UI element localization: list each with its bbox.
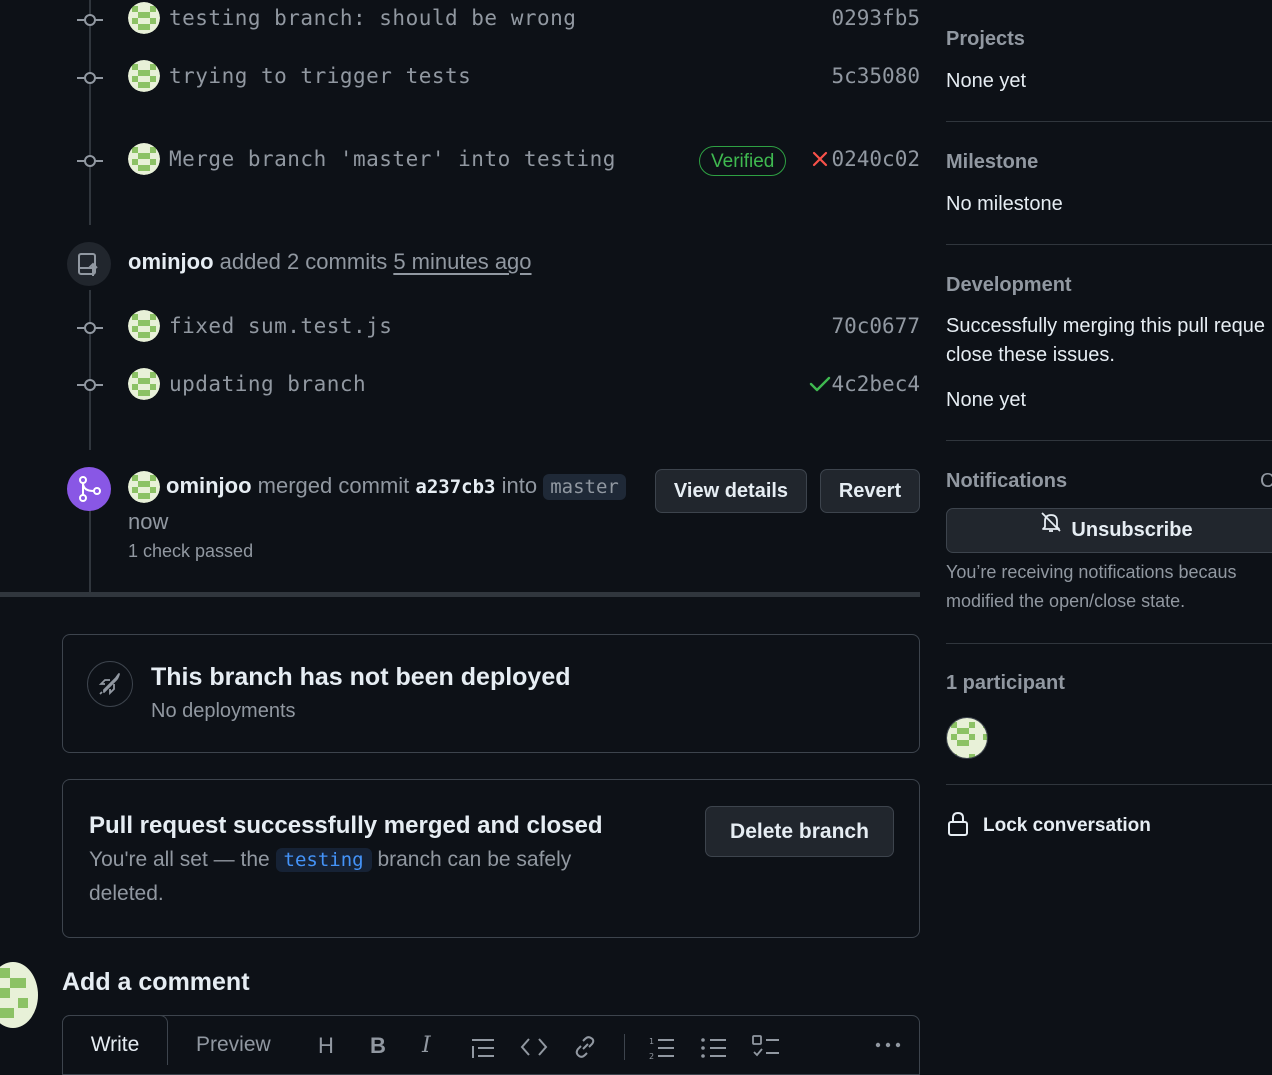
projects-value: None yet [946, 70, 1027, 92]
event-into: into [501, 473, 538, 498]
commit-sha-link[interactable]: 0240c02 [831, 147, 920, 171]
timestamp-link[interactable]: 5 minutes ago [393, 249, 531, 274]
merged-text-before: You're all set — the [89, 848, 270, 871]
check-icon[interactable] [809, 375, 831, 398]
user-link[interactable]: ominjoo [128, 249, 214, 274]
verified-badge[interactable]: Verified [699, 146, 787, 176]
add-comment-heading: Add a comment [62, 968, 250, 996]
notifications-reason: You’re receiving notifications becaus [946, 562, 1237, 582]
heading-icon[interactable]: H [318, 1033, 334, 1059]
timeline-end-divider [0, 592, 920, 597]
avatar[interactable] [128, 471, 160, 503]
user-link[interactable]: ominjoo [166, 473, 252, 498]
tab-write-label: Write [90, 1033, 140, 1056]
deploy-title: This branch has not been deployed [151, 663, 571, 691]
merged-description-line2: deleted. [89, 882, 164, 905]
commit-message-link[interactable]: testing branch: should be wrong [169, 6, 576, 30]
projects-label[interactable]: Projects [946, 28, 1025, 51]
view-details-button[interactable]: View details [655, 469, 807, 513]
commit-sha-link[interactable]: 4c2bec4 [831, 372, 920, 396]
italic-icon[interactable]: I [422, 1033, 431, 1058]
tab-write[interactable]: Write [62, 1015, 168, 1065]
development-text: Successfully merging this pull reque [946, 315, 1266, 337]
commit-icon [77, 321, 103, 335]
milestone-value: No milestone [946, 193, 1063, 215]
event-action: merged commit [257, 473, 410, 498]
commit-message-link[interactable]: fixed sum.test.js [169, 314, 392, 338]
commit-icon [77, 378, 103, 392]
merge-icon [67, 467, 111, 511]
timeline-line [89, 510, 91, 594]
avatar[interactable] [128, 60, 160, 92]
svg-text:1: 1 [649, 1037, 654, 1046]
event-action: added 2 commits [219, 249, 388, 274]
timeline-line [89, 0, 91, 225]
commit-message-link[interactable]: Merge branch 'master' into testing [169, 147, 616, 171]
event-merged: ominjoo merged commit a237cb3 into maste… [166, 473, 626, 500]
branch-name[interactable]: testing [275, 848, 372, 872]
merged-text-after: branch can be safely [377, 848, 572, 871]
toolbar-divider [624, 1034, 625, 1060]
merged-title: Pull request successfully merged and clo… [89, 812, 603, 839]
customize-link[interactable]: C [1260, 470, 1272, 493]
sidebar-divider [946, 643, 1272, 644]
commit-sha-link[interactable]: 0293fb5 [831, 6, 920, 30]
unsubscribe-label: Unsubscribe [1071, 519, 1193, 541]
quote-icon[interactable] [470, 1036, 496, 1065]
avatar[interactable] [128, 310, 160, 342]
notifications-label: Notifications [946, 470, 1068, 492]
bell-slash-icon [1039, 507, 1063, 550]
commit-icon [77, 154, 103, 168]
checks-status[interactable]: 1 check passed [128, 541, 253, 562]
revert-button[interactable]: Revert [820, 469, 920, 513]
svg-text:2: 2 [649, 1052, 654, 1059]
commit-icon [77, 71, 103, 85]
commit-sha-link[interactable]: 70c0677 [831, 314, 920, 338]
avatar[interactable] [128, 368, 160, 400]
avatar[interactable] [128, 2, 160, 34]
commit-message-link[interactable]: trying to trigger tests [169, 64, 471, 88]
commit-sha-link[interactable]: 5c35080 [831, 64, 920, 88]
commit-message-link[interactable]: updating branch [169, 372, 366, 396]
code-icon[interactable] [520, 1036, 548, 1063]
development-label[interactable]: Development [946, 274, 1072, 297]
more-options-icon[interactable] [874, 1038, 902, 1056]
lock-icon [947, 811, 969, 842]
avatar[interactable] [946, 717, 988, 759]
timeline-line [89, 290, 91, 450]
notifications-reason: modified the open/close state. [946, 591, 1186, 611]
push-icon [67, 242, 111, 286]
lock-conversation-link[interactable]: Lock conversation [983, 815, 1151, 837]
sidebar-divider [946, 440, 1272, 441]
commit-icon [77, 13, 103, 27]
tab-preview[interactable]: Preview [196, 1033, 271, 1057]
avatar[interactable] [0, 962, 38, 1028]
milestone-label[interactable]: Milestone [946, 151, 1038, 174]
merge-commit-link[interactable]: a237cb3 [415, 476, 495, 498]
development-value: None yet [946, 389, 1027, 411]
sidebar-divider [946, 121, 1272, 122]
timestamp-link[interactable]: now [128, 509, 168, 535]
avatar[interactable] [128, 143, 160, 175]
bold-icon[interactable]: B [370, 1033, 386, 1059]
participants-label: 1 participant [946, 672, 1065, 694]
link-icon[interactable] [572, 1034, 598, 1065]
rocket-icon [87, 661, 133, 707]
development-text: close these issues. [946, 344, 1115, 366]
branch-name[interactable]: master [543, 474, 626, 500]
delete-branch-button[interactable]: Delete branch [705, 806, 894, 857]
deployment-status-card: This branch has not been deployed No dep… [62, 634, 920, 753]
sidebar-divider [946, 784, 1272, 785]
merge-status-card: Pull request successfully merged and clo… [62, 779, 920, 938]
event-added-commits: ominjoo added 2 commits 5 minutes ago [128, 249, 532, 275]
deploy-subtitle: No deployments [151, 700, 296, 722]
sidebar-divider [946, 244, 1272, 245]
merged-description: You're all set — the testing branch can … [89, 848, 571, 872]
unsubscribe-button[interactable]: Unsubscribe [946, 508, 1272, 553]
x-icon[interactable] [811, 150, 829, 173]
